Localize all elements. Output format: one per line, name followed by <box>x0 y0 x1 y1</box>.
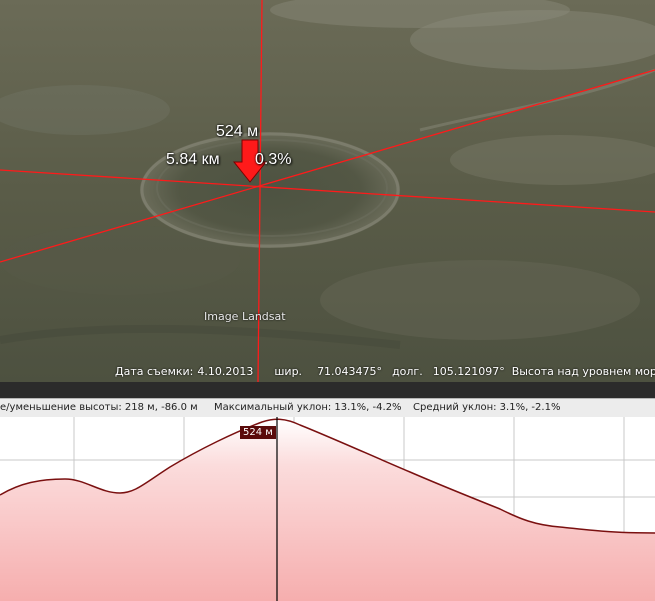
gain-loss-stat: е/уменьшение высоты: 218 м, -86.0 м <box>0 402 198 413</box>
date-value: 4.10.2013 <box>197 364 254 378</box>
avg-slope-stat: Средний уклон: 3.1%, -2.1% <box>413 402 561 413</box>
panel-separator <box>0 382 655 398</box>
lon-value: 105.121097° <box>432 364 505 378</box>
elevation-label: 524 м <box>216 123 259 140</box>
lat-label: шир. <box>274 364 303 378</box>
max-slope-stat: Максимальный уклон: 13.1%, -4.2% <box>214 402 402 413</box>
profile-stats-bar: е/уменьшение высоты: 218 м, -86.0 м Макс… <box>0 398 655 418</box>
slope-label: 0.3% <box>255 151 292 168</box>
distance-label: 5.84 км <box>166 151 220 168</box>
terrain-view[interactable] <box>0 0 655 382</box>
lon-label: долг. <box>392 364 423 378</box>
profile-marker-label: 524 м <box>240 426 276 439</box>
imagery-credit: Image Landsat <box>204 310 286 323</box>
lat-value: 71.043475° <box>317 364 383 378</box>
altitude-label: Высота над уровнем мор <box>511 364 655 378</box>
date-label: Дата съемки: <box>115 364 194 378</box>
status-bar: Дата съемки: 4.10.2013 шир. 71.043475° д… <box>0 360 655 382</box>
elevation-profile[interactable] <box>0 417 655 601</box>
